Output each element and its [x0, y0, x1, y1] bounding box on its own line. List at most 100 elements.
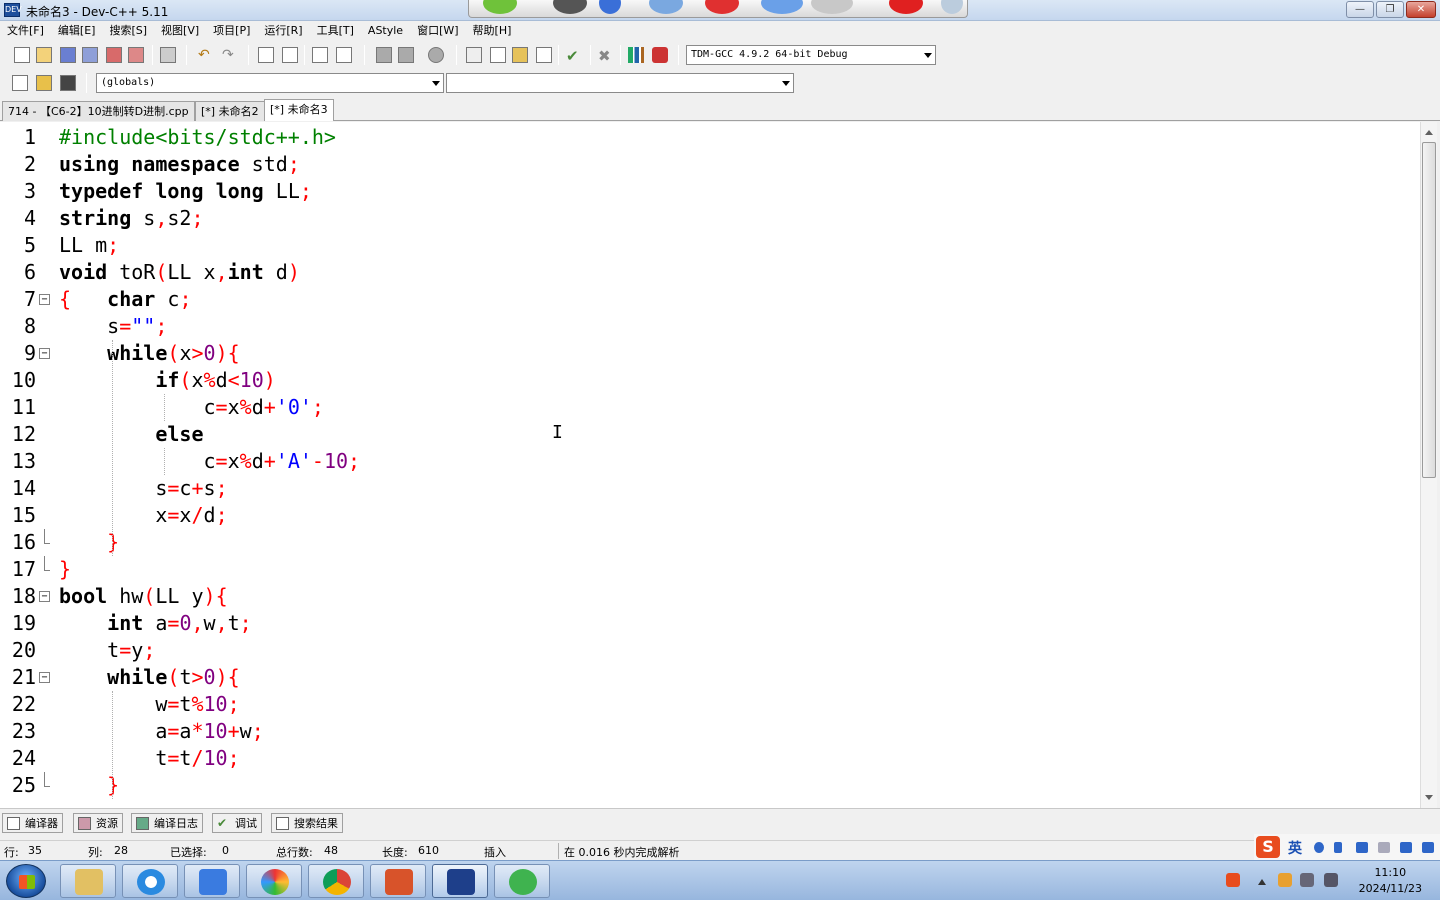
- code-line[interactable]: 20 t=y;: [0, 637, 1420, 664]
- tray-app-icon[interactable]: [1278, 873, 1292, 887]
- pin-icon[interactable]: [941, 0, 963, 14]
- goto-line-icon[interactable]: [312, 47, 328, 63]
- close-all-icon[interactable]: [128, 47, 144, 63]
- ime-mode-label[interactable]: 英: [1288, 838, 1302, 858]
- code-line[interactable]: 13 c=x%d+'A'-10;: [0, 448, 1420, 475]
- user-icon[interactable]: [1378, 842, 1390, 853]
- explorer-taskbar-button[interactable]: [60, 864, 116, 898]
- code-line[interactable]: 24 t=t/10;: [0, 745, 1420, 772]
- record-icon[interactable]: [553, 0, 587, 14]
- tab-debug[interactable]: ✔ 调试: [212, 813, 262, 833]
- punctuation-icon[interactable]: [1334, 842, 1342, 853]
- open-file-icon[interactable]: [36, 47, 52, 63]
- menu-astyle[interactable]: AStyle: [361, 21, 410, 41]
- code-line[interactable]: 12 else: [0, 421, 1420, 448]
- fold-toggle-icon[interactable]: −: [39, 672, 50, 683]
- insert-icon[interactable]: [12, 75, 28, 91]
- display-icon[interactable]: [811, 0, 853, 14]
- code-line[interactable]: 1 #include<bits/stdc++.h>: [0, 124, 1420, 151]
- screen-icon[interactable]: [649, 0, 683, 14]
- code-line[interactable]: 11 c=x%d+'0';: [0, 394, 1420, 421]
- back-arrow-icon[interactable]: [483, 0, 517, 14]
- stop-icon[interactable]: [705, 0, 739, 14]
- menu-project[interactable]: 项目[P]: [206, 21, 257, 41]
- restore-button[interactable]: ❐: [1376, 1, 1404, 18]
- code-line[interactable]: 2 using namespace std;: [0, 151, 1420, 178]
- close-record-icon[interactable]: [889, 0, 923, 14]
- menu-file[interactable]: 文件[F]: [0, 21, 51, 41]
- browser-360-taskbar-button[interactable]: [246, 864, 302, 898]
- code-line[interactable]: 5 LL m;: [0, 232, 1420, 259]
- tab-compiler[interactable]: 编译器: [2, 813, 63, 833]
- code-line[interactable]: 8 s="";: [0, 313, 1420, 340]
- volume-icon[interactable]: [1300, 873, 1314, 887]
- stop-execution-icon[interactable]: ✖: [598, 47, 614, 65]
- start-button[interactable]: [6, 864, 46, 898]
- menu-help[interactable]: 帮助[H]: [466, 21, 519, 41]
- code-line[interactable]: 23 a=a*10+w;: [0, 718, 1420, 745]
- code-line[interactable]: 15 x=x/d;: [0, 502, 1420, 529]
- app-ec-taskbar-button[interactable]: [370, 864, 426, 898]
- code-line[interactable]: 10 if(x%d<10): [0, 367, 1420, 394]
- tab-unnamed3[interactable]: [*] 未命名3: [264, 99, 334, 121]
- code-line[interactable]: 3 typedef long long LL;: [0, 178, 1420, 205]
- new-file-icon[interactable]: [14, 47, 30, 63]
- code-line[interactable]: 22 w=t%10;: [0, 691, 1420, 718]
- minimize-button[interactable]: —: [1346, 1, 1374, 18]
- shirt-icon[interactable]: [1400, 842, 1412, 853]
- close-file-icon[interactable]: [106, 47, 122, 63]
- print-icon[interactable]: [160, 47, 176, 63]
- code-line[interactable]: 16 }: [0, 529, 1420, 556]
- chart-icon[interactable]: [628, 47, 644, 63]
- unindent-icon[interactable]: [398, 47, 414, 63]
- tab-file-714[interactable]: 714 - 【C6-2】10进制转D进制.cpp: [2, 101, 195, 121]
- rebuild-icon[interactable]: [536, 47, 552, 63]
- code-line[interactable]: 6 void toR(LL x,int d): [0, 259, 1420, 286]
- compile-run-icon[interactable]: [512, 47, 528, 63]
- menu-edit[interactable]: 编辑[E]: [51, 21, 103, 41]
- fold-toggle-icon[interactable]: −: [39, 591, 50, 602]
- goto-icon[interactable]: [36, 75, 52, 91]
- sogou-tray-icon[interactable]: [1226, 873, 1240, 887]
- menu-view[interactable]: 视图[V]: [154, 21, 206, 41]
- tab-unnamed2[interactable]: [*] 未命名2: [195, 101, 265, 121]
- baidu-taskbar-button[interactable]: [184, 864, 240, 898]
- network-icon[interactable]: [1324, 873, 1338, 887]
- monitor-icon[interactable]: [761, 0, 803, 14]
- menu-search[interactable]: 搜索[S]: [102, 21, 154, 41]
- menu-tools[interactable]: 工具[T]: [310, 21, 361, 41]
- compile-icon[interactable]: [466, 47, 482, 63]
- indent-icon[interactable]: [376, 47, 392, 63]
- close-button[interactable]: ✕: [1406, 1, 1436, 18]
- code-line[interactable]: 9− while(x>0){: [0, 340, 1420, 367]
- code-line[interactable]: 7−{ char c;: [0, 286, 1420, 313]
- debug-icon[interactable]: [652, 47, 668, 63]
- save-all-icon[interactable]: [82, 47, 98, 63]
- scope-select[interactable]: (globals): [96, 73, 444, 93]
- moon-icon[interactable]: [1314, 842, 1324, 853]
- toggle-icon[interactable]: [60, 75, 76, 91]
- run-icon[interactable]: [490, 47, 506, 63]
- bookmark-icon[interactable]: [336, 47, 352, 63]
- redo-icon[interactable]: ↷: [222, 47, 238, 63]
- toggle-comment-icon[interactable]: [428, 47, 444, 63]
- clock[interactable]: 11:10 2024/11/23: [1359, 865, 1422, 897]
- wrench-icon[interactable]: [1422, 842, 1434, 853]
- undo-icon[interactable]: ↶: [198, 47, 214, 63]
- code-line[interactable]: 18− bool hw(LL y){: [0, 583, 1420, 610]
- wechat-taskbar-button[interactable]: [494, 864, 550, 898]
- pen-icon[interactable]: [599, 0, 621, 14]
- sogou-icon[interactable]: S: [1256, 836, 1280, 858]
- scrollbar-thumb[interactable]: [1422, 142, 1436, 478]
- vertical-scrollbar[interactable]: [1420, 122, 1437, 808]
- menu-window[interactable]: 窗口[W]: [410, 21, 465, 41]
- member-select[interactable]: [446, 73, 794, 93]
- tab-resources[interactable]: 资源: [73, 813, 123, 833]
- replace-icon[interactable]: [282, 47, 298, 63]
- code-line[interactable]: 17}: [0, 556, 1420, 583]
- chrome-taskbar-button[interactable]: [308, 864, 364, 898]
- scroll-down-icon[interactable]: [1425, 795, 1433, 800]
- ie-taskbar-button[interactable]: [122, 864, 178, 898]
- tab-compile-log[interactable]: 编译日志: [131, 813, 203, 833]
- scroll-up-icon[interactable]: [1425, 130, 1433, 135]
